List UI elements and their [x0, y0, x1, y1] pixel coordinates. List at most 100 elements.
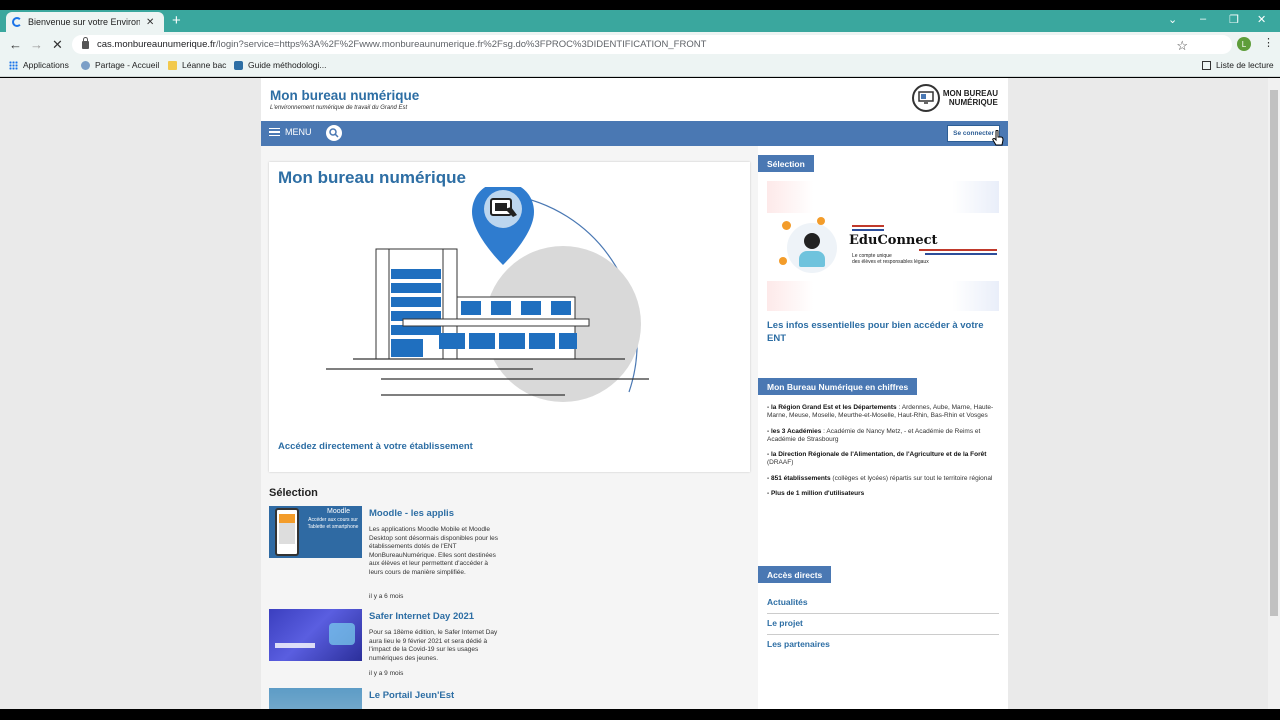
logo-line-2: NUMÉRIQUE — [948, 98, 998, 107]
bottom-frame — [0, 709, 1280, 720]
figure-text: (collèges et lycées) répartis sur tout l… — [830, 474, 993, 482]
loading-spinner-icon — [12, 17, 22, 27]
direct-link-actualites[interactable]: Actualités — [767, 597, 999, 614]
scrollbar-thumb[interactable] — [1270, 90, 1278, 616]
site-container: Mon bureau numérique L'environnement num… — [261, 78, 1008, 709]
thumbnail-text: Accéder aux cours sur Tablette et smartp… — [307, 517, 359, 530]
browser-tab[interactable]: Bienvenue sur votre Environnem… ✕ — [6, 12, 164, 32]
hand-cursor-icon — [992, 130, 1004, 146]
educonnect-sub-line: des élèves et responsables légaux — [852, 259, 929, 265]
search-button[interactable] — [326, 125, 342, 141]
tab-strip: Bienvenue sur votre Environnem… ✕ + ⌄ – … — [0, 10, 1280, 32]
figure-bold: - la Région Grand Est et les Département… — [767, 404, 897, 411]
selection-heading: Sélection — [269, 487, 318, 499]
news-title[interactable]: Safer Internet Day 2021 — [369, 611, 474, 622]
user-badge-icon — [817, 217, 825, 225]
hero-establishment-link[interactable]: Accédez directement à votre établissemen… — [278, 441, 473, 452]
portail-thumbnail[interactable] — [269, 688, 362, 709]
site-favicon-icon — [81, 60, 90, 70]
menu-label: MENU — [285, 127, 312, 137]
url-domain: cas.monbureaunumerique.fr — [97, 39, 216, 50]
logo-text: MON BUREAU NUMÉRIQUE — [943, 89, 998, 107]
page-scrollbar[interactable] — [1268, 78, 1280, 709]
bookmark-applications[interactable]: Applications — [9, 60, 69, 70]
url-path: /login?service=https%3A%2F%2Fwww.monbure… — [215, 39, 707, 50]
bookmark-label: Partage - Accueil — [95, 60, 160, 70]
news-item[interactable]: Safer Internet Day 2021 Pour sa 18ème éd… — [269, 609, 749, 689]
safer-internet-thumbnail[interactable] — [269, 609, 362, 661]
accent-line — [925, 253, 997, 255]
sidebar-direct-access-tag: Accès directs — [758, 566, 832, 583]
tab-title: Bienvenue sur votre Environnem… — [28, 17, 140, 27]
site-favicon-icon — [234, 60, 243, 70]
bookmark-star-icon[interactable]: ☆ — [1176, 38, 1188, 54]
lock-icon[interactable] — [82, 36, 89, 49]
site-logo[interactable]: MON BUREAU NUMÉRIQUE — [911, 84, 998, 112]
main-column: Mon bureau numérique Accédez directement… — [261, 146, 758, 709]
hero-card: Mon bureau numérique Accédez directement… — [269, 162, 750, 472]
figure-item: - la Région Grand Est et les Département… — [767, 404, 1001, 421]
reading-list-label: Liste de lecture — [1216, 60, 1274, 70]
direct-link-partenaires[interactable]: Les partenaires — [767, 639, 999, 655]
tab-search-icon[interactable]: ⌄ — [1168, 13, 1177, 26]
user-badge-icon — [779, 257, 787, 265]
figure-bold: - Plus de 1 million d'utilisateurs — [767, 490, 865, 498]
bookmark-guide[interactable]: Guide méthodologi... — [234, 60, 326, 70]
user-badge-icon — [782, 221, 791, 230]
site-tagline: L'environnement numérique de travail du … — [270, 105, 408, 111]
accent-line — [919, 249, 997, 251]
direct-link-projet[interactable]: Le projet — [767, 618, 999, 635]
address-bar-row: ← → ✕ cas.monbureaunumerique.fr /login?s… — [0, 32, 1280, 57]
figure-item: - 851 établissements (collèges et lycées… — [767, 475, 1001, 483]
bookmark-label: Léanne bac — [182, 60, 227, 70]
figure-item: - la Direction Régionale de l'Alimentati… — [767, 451, 1001, 468]
folder-icon — [168, 60, 177, 70]
thumbnail-title: Moodle — [327, 508, 350, 515]
back-arrow-icon[interactable]: ← — [9, 37, 22, 52]
site-header: Mon bureau numérique L'environnement num… — [261, 78, 1008, 121]
accent-line — [852, 229, 884, 231]
person-illustration-icon — [787, 223, 837, 273]
thumbnail-graphic — [275, 643, 315, 648]
forward-arrow-icon[interactable]: → — [30, 37, 43, 52]
stop-loading-icon[interactable]: ✕ — [52, 37, 63, 53]
close-tab-icon[interactable]: ✕ — [146, 17, 154, 28]
news-description: Pour sa 18ème édition, le Safer Internet… — [369, 629, 498, 662]
educonnect-subtitle: Le compte unique des élèves et responsab… — [852, 253, 929, 265]
apps-grid-icon — [9, 60, 18, 70]
site-title[interactable]: Mon bureau numérique — [270, 88, 419, 103]
address-bar[interactable]: cas.monbureaunumerique.fr /login?service… — [72, 35, 1232, 54]
moodle-thumbnail[interactable]: Moodle Accéder aux cours sur Tablette et… — [269, 506, 362, 558]
menu-button[interactable]: MENU — [269, 127, 312, 137]
news-title[interactable]: Moodle - les applis — [369, 508, 454, 519]
educonnect-info-link[interactable]: Les infos essentielles pour bien accéder… — [767, 319, 999, 345]
new-tab-button[interactable]: + — [172, 12, 181, 29]
reading-list-button[interactable]: Liste de lecture — [1202, 60, 1274, 70]
bookmark-leanne-bac[interactable]: Léanne bac — [168, 60, 226, 70]
figure-bold: - les 3 Académies — [767, 427, 822, 435]
figure-text: (DRAAF) — [767, 459, 794, 467]
news-date: il y a 9 mois — [369, 670, 404, 677]
close-window-icon[interactable]: ✕ — [1257, 13, 1266, 26]
sidebar-selection-tag: Sélection — [758, 155, 814, 172]
browser-menu-icon[interactable]: ⋮ — [1263, 36, 1274, 49]
figures-list: - la Région Grand Est et les Département… — [767, 404, 1001, 505]
educonnect-name: EduConnect — [849, 233, 938, 248]
sidebar: Sélection EduConnect Le compte unique de… — [758, 146, 1008, 709]
minimize-icon[interactable]: – — [1200, 13, 1206, 25]
news-item[interactable]: Le Portail Jeun'Est — [269, 688, 749, 709]
news-title[interactable]: Le Portail Jeun'Est — [369, 690, 454, 701]
page-viewport: Mon bureau numérique L'environnement num… — [0, 78, 1280, 709]
restore-icon[interactable]: ❐ — [1229, 13, 1239, 26]
news-date: il y a 6 mois — [369, 593, 404, 600]
news-item[interactable]: Moodle Accéder aux cours sur Tablette et… — [269, 506, 749, 606]
figure-item: - les 3 Académies : Académie de Nancy Me… — [767, 428, 1001, 445]
bookmarks-bar: Applications Partage - Accueil Léanne ba… — [0, 57, 1280, 77]
profile-avatar[interactable]: L — [1237, 37, 1251, 51]
figure-bold: - la Direction Régionale de l'Alimentati… — [767, 451, 987, 459]
bookmark-label: Guide méthodologi... — [248, 60, 327, 70]
bookmark-partage[interactable]: Partage - Accueil — [81, 60, 159, 70]
educonnect-banner[interactable]: EduConnect Le compte unique des élèves e… — [767, 181, 999, 311]
sidebar-figures-tag: Mon Bureau Numérique en chiffres — [758, 378, 918, 395]
educonnect-inner: EduConnect Le compte unique des élèves e… — [767, 213, 999, 281]
